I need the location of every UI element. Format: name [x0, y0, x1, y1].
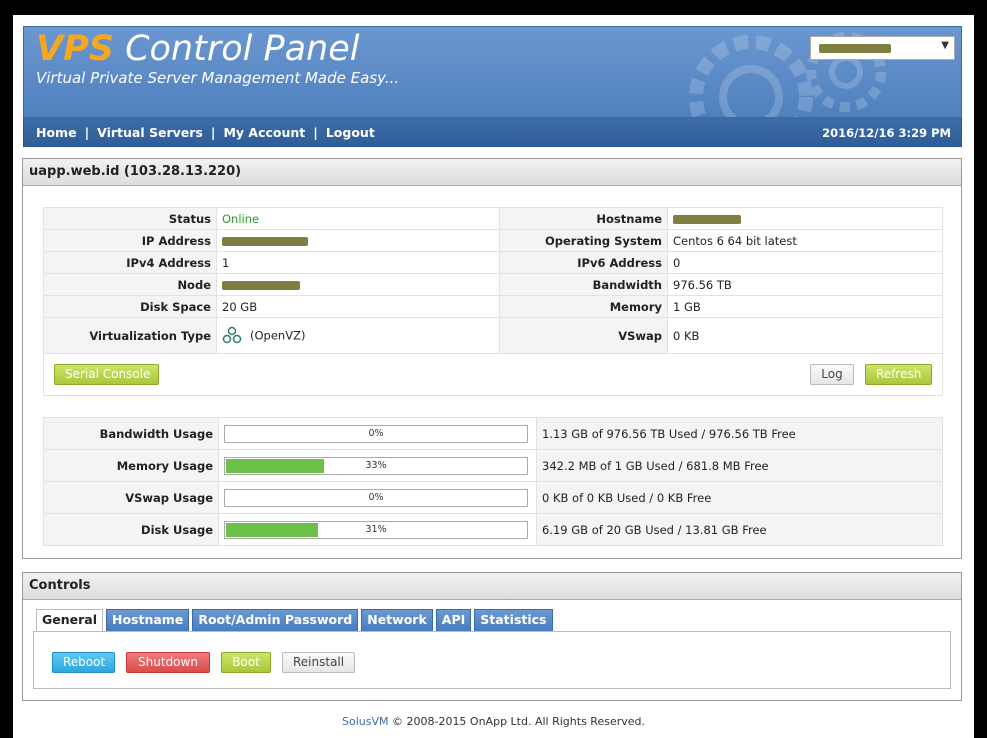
usage-detail: 1.13 GB of 976.56 TB Used / 976.56 TB Fr…: [536, 417, 943, 450]
serial-console-button[interactable]: Serial Console: [54, 364, 159, 385]
redacted-server-name: [819, 44, 891, 53]
reinstall-button[interactable]: Reinstall: [282, 652, 355, 673]
controls-panel: Controls General Hostname Root/Admin Passw…: [22, 572, 962, 701]
vswap-value: 0 KB: [667, 317, 943, 354]
tab-general[interactable]: General: [36, 609, 103, 632]
progress-percent: 0%: [368, 427, 384, 439]
hostname-label: Hostname: [499, 207, 668, 230]
nav-home-link[interactable]: Home: [36, 125, 77, 140]
progress-bar: 0%: [224, 424, 528, 443]
footer: SolusVM © 2008-2015 OnApp Ltd. All Right…: [13, 715, 974, 728]
controls-tabs: General Hostname Root/Admin Password Networ…: [36, 609, 556, 632]
tab-api[interactable]: API: [435, 609, 472, 631]
nav-virtual-servers-link[interactable]: Virtual Servers: [97, 125, 203, 140]
tab-content-general: Reboot Shutdown Boot Reinstall: [33, 631, 951, 689]
nav-my-account-link[interactable]: My Account: [223, 125, 305, 140]
progress-bar: 33%: [224, 456, 528, 475]
bandwidth-value: 976.56 TB: [667, 273, 943, 296]
server-select-dropdown[interactable]: ▼: [810, 36, 955, 60]
tagline: Virtual Private Server Management Made E…: [36, 69, 400, 87]
usage-bar-cell: 31%: [218, 513, 537, 546]
usage-table: Bandwidth Usage 0% 1.13 GB of 976.56 TB …: [43, 417, 943, 546]
controls-title: Controls: [23, 573, 961, 600]
usage-bar-cell: 33%: [218, 449, 537, 482]
server-title: uapp.web.id (103.28.13.220): [23, 159, 961, 186]
status-value: Online: [216, 207, 500, 230]
os-label: Operating System: [499, 229, 668, 252]
shutdown-button[interactable]: Shutdown: [126, 652, 210, 673]
tab-root-password[interactable]: Root/Admin Password: [192, 609, 359, 631]
log-button[interactable]: Log: [810, 364, 854, 385]
usage-row: VSwap Usage 0% 0 KB of 0 KB Used / 0 KB …: [43, 481, 943, 514]
vswap-label: VSwap: [499, 317, 668, 354]
usage-row: Disk Usage 31% 6.19 GB of 20 GB Used / 1…: [43, 513, 943, 546]
reboot-button[interactable]: Reboot: [52, 652, 115, 673]
redacted-ip: [222, 236, 308, 246]
progress-bar: 31%: [224, 520, 528, 539]
tab-network[interactable]: Network: [361, 609, 433, 631]
memory-label: Memory: [499, 295, 668, 318]
logo-vps: VPS: [36, 29, 114, 69]
bandwidth-label: Bandwidth: [499, 273, 668, 296]
usage-label: Memory Usage: [43, 449, 219, 482]
app-logo: VPS Control Panel: [36, 29, 359, 69]
openvz-icon: [222, 326, 242, 343]
usage-detail: 6.19 GB of 20 GB Used / 13.81 GB Free: [536, 513, 943, 546]
virtualization-label: Virtualization Type: [43, 317, 217, 354]
logo-text: Control Panel: [113, 29, 360, 69]
usage-bar-cell: 0%: [218, 481, 537, 514]
progress-bar: 0%: [224, 488, 528, 507]
server-info-table: Status Online Hostname IP Address Operat…: [43, 207, 943, 354]
disk-space-value: 20 GB: [216, 295, 500, 318]
ipv6-label: IPv6 Address: [499, 251, 668, 274]
server-actions-row: Serial Console Log Refresh: [43, 354, 943, 396]
nav-separator: |: [313, 125, 318, 140]
usage-label: Disk Usage: [43, 513, 219, 546]
redacted-node: [222, 280, 300, 290]
usage-bar-cell: 0%: [218, 417, 537, 450]
server-panel: uapp.web.id (103.28.13.220) Status Onlin…: [22, 158, 962, 559]
usage-row: Memory Usage 33% 342.2 MB of 1 GB Used /…: [43, 449, 943, 482]
hostname-value: [667, 207, 943, 230]
redacted-hostname: [673, 214, 741, 224]
nav-separator: |: [210, 125, 216, 140]
ipv4-label: IPv4 Address: [43, 251, 217, 274]
ip-address-value: [216, 229, 500, 252]
current-datetime: 2016/12/16 3:29 PM: [822, 126, 951, 140]
boot-button[interactable]: Boot: [221, 652, 271, 673]
progress-percent: 33%: [365, 459, 387, 471]
ipv6-value: 0: [667, 251, 943, 274]
dropdown-arrow-icon: ▼: [941, 40, 949, 51]
progress-percent: 0%: [368, 491, 384, 503]
progress-percent: 31%: [365, 523, 387, 535]
usage-detail: 0 KB of 0 KB Used / 0 KB Free: [536, 481, 943, 514]
footer-copyright: © 2008-2015 OnApp Ltd. All Rights Reserv…: [388, 715, 645, 728]
nav-logout-link[interactable]: Logout: [326, 125, 375, 140]
status-label: Status: [43, 207, 217, 230]
tab-statistics[interactable]: Statistics: [474, 609, 553, 631]
usage-label: VSwap Usage: [43, 481, 219, 514]
virtualization-text: (OpenVZ): [250, 328, 306, 342]
header-banner: VPS Control Panel Virtual Private Server…: [23, 26, 962, 118]
main-navbar: Home | Virtual Servers | My Account | Logout 2…: [23, 118, 962, 147]
node-value: [216, 273, 500, 296]
ip-address-label: IP Address: [43, 229, 217, 252]
node-label: Node: [43, 273, 217, 296]
virtualization-value: (OpenVZ): [216, 317, 500, 354]
nav-separator: |: [84, 125, 90, 140]
usage-detail: 342.2 MB of 1 GB Used / 681.8 MB Free: [536, 449, 943, 482]
memory-value: 1 GB: [667, 295, 943, 318]
tab-hostname[interactable]: Hostname: [106, 609, 190, 631]
usage-row: Bandwidth Usage 0% 1.13 GB of 976.56 TB …: [43, 417, 943, 450]
os-value: Centos 6 64 bit latest: [667, 229, 943, 252]
ipv4-value: 1: [216, 251, 500, 274]
page-container: VPS Control Panel Virtual Private Server…: [13, 15, 974, 738]
refresh-button[interactable]: Refresh: [865, 364, 932, 385]
footer-brand: SolusVM: [341, 715, 389, 728]
usage-label: Bandwidth Usage: [43, 417, 219, 450]
disk-space-label: Disk Space: [43, 295, 217, 318]
